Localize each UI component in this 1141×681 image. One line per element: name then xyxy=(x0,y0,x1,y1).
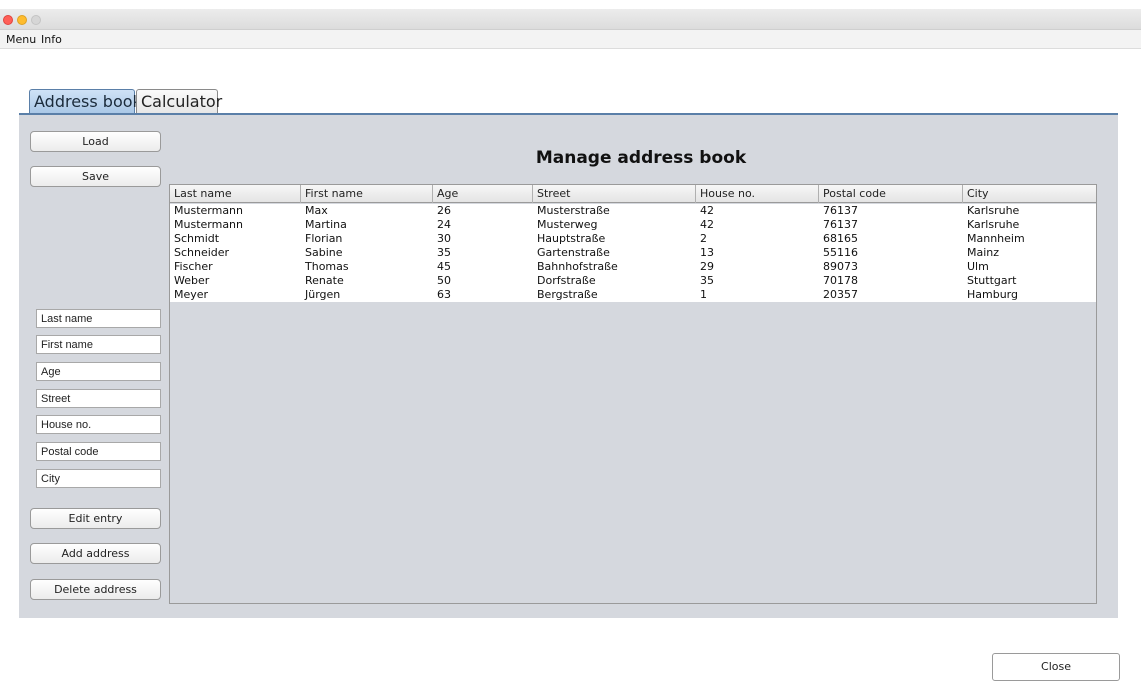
cell-first-name: Renate xyxy=(305,274,344,287)
menubar: Menu Info xyxy=(0,30,1141,49)
house-no-field[interactable] xyxy=(36,415,161,434)
column-header-first-name[interactable]: First name xyxy=(301,185,433,203)
cell-age: 30 xyxy=(437,232,451,245)
cell-postal-code: 68165 xyxy=(823,232,858,245)
cell-street: Bahnhofstraße xyxy=(537,260,618,273)
close-button[interactable]: Close xyxy=(992,653,1120,681)
address-table[interactable]: Last name First name Age Street House no… xyxy=(169,184,1097,604)
cell-last-name: Meyer xyxy=(174,288,209,301)
cell-house-no: 35 xyxy=(700,274,714,287)
cell-age: 35 xyxy=(437,246,451,259)
cell-street: Dorfstraße xyxy=(537,274,596,287)
cell-city: Mainz xyxy=(967,246,1000,259)
cell-postal-code: 55116 xyxy=(823,246,858,259)
cell-city: Ulm xyxy=(967,260,989,273)
cell-street: Musterweg xyxy=(537,218,598,231)
column-header-postal-code[interactable]: Postal code xyxy=(819,185,963,203)
table-row[interactable]: Schmidt Florian 30 Hauptstraße 2 68165 Mannhei… xyxy=(170,232,1096,246)
cell-city: Hamburg xyxy=(967,288,1018,301)
tab-calculator[interactable]: Calculator xyxy=(136,89,222,114)
cell-house-no: 42 xyxy=(700,204,714,217)
cell-city: Mannheim xyxy=(967,232,1025,245)
edit-entry-button[interactable]: Edit entry xyxy=(30,508,161,529)
delete-address-button[interactable]: Delete address xyxy=(30,579,161,600)
cell-first-name: Martina xyxy=(305,218,347,231)
cell-age: 24 xyxy=(437,218,451,231)
cell-age: 50 xyxy=(437,274,451,287)
cell-first-name: Sabine xyxy=(305,246,343,259)
page-title: Manage address book xyxy=(535,148,747,168)
cell-house-no: 29 xyxy=(700,260,714,273)
cell-house-no: 42 xyxy=(700,218,714,231)
column-header-house-no[interactable]: House no. xyxy=(696,185,819,203)
tab-address-book[interactable]: Address book xyxy=(29,89,142,114)
postal-code-field[interactable] xyxy=(36,442,161,461)
cell-street: Hauptstraße xyxy=(537,232,606,245)
cell-age: 45 xyxy=(437,260,451,273)
table-body: Mustermann Max 26 Musterstraße 42 76137 Karlsr… xyxy=(170,204,1096,302)
cell-city: Karlsruhe xyxy=(967,218,1020,231)
street-field[interactable] xyxy=(36,389,161,408)
cell-postal-code: 76137 xyxy=(823,218,858,231)
load-button[interactable]: Load xyxy=(30,131,161,152)
table-row[interactable]: Fischer Thomas 45 Bahnhofstraße 29 89073 Ulm xyxy=(170,260,1096,274)
cell-first-name: Jürgen xyxy=(305,288,341,301)
close-window-icon[interactable] xyxy=(3,15,13,25)
table-row[interactable]: Weber Renate 50 Dorfstraße 35 70178 Stuttgart xyxy=(170,274,1096,288)
cell-house-no: 13 xyxy=(700,246,714,259)
age-field[interactable] xyxy=(36,362,161,381)
window-titlebar xyxy=(0,9,1141,30)
cell-last-name: Schmidt xyxy=(174,232,220,245)
cell-first-name: Florian xyxy=(305,232,343,245)
minimize-window-icon[interactable] xyxy=(17,15,27,25)
cell-last-name: Fischer xyxy=(174,260,213,273)
cell-street: Gartenstraße xyxy=(537,246,610,259)
cell-age: 63 xyxy=(437,288,451,301)
column-header-age[interactable]: Age xyxy=(433,185,533,203)
cell-city: Stuttgart xyxy=(967,274,1017,287)
add-address-button[interactable]: Add address xyxy=(30,543,161,564)
cell-last-name: Weber xyxy=(174,274,210,287)
cell-age: 26 xyxy=(437,204,451,217)
first-name-field[interactable] xyxy=(36,335,161,354)
menu-item-menu[interactable]: Menu xyxy=(6,33,36,46)
cell-postal-code: 70178 xyxy=(823,274,858,287)
cell-postal-code: 20357 xyxy=(823,288,858,301)
cell-last-name: Schneider xyxy=(174,246,230,259)
table-row[interactable]: Schneider Sabine 35 Gartenstraße 13 55116 Main… xyxy=(170,246,1096,260)
cell-street: Musterstraße xyxy=(537,204,610,217)
cell-first-name: Thomas xyxy=(305,260,349,273)
cell-house-no: 1 xyxy=(700,288,707,301)
table-row[interactable]: Meyer Jürgen 63 Bergstraße 1 20357 Hamburg xyxy=(170,288,1096,302)
address-book-panel: Load Save Edit entry Add address Delete … xyxy=(19,113,1118,618)
cell-last-name: Mustermann xyxy=(174,204,244,217)
save-button[interactable]: Save xyxy=(30,166,161,187)
cell-street: Bergstraße xyxy=(537,288,598,301)
menu-item-info[interactable]: Info xyxy=(41,33,62,46)
cell-first-name: Max xyxy=(305,204,328,217)
column-header-last-name[interactable]: Last name xyxy=(170,185,301,203)
city-field[interactable] xyxy=(36,469,161,488)
cell-postal-code: 89073 xyxy=(823,260,858,273)
table-row[interactable]: Mustermann Martina 24 Musterweg 42 76137 Karls… xyxy=(170,218,1096,232)
cell-last-name: Mustermann xyxy=(174,218,244,231)
column-header-street[interactable]: Street xyxy=(533,185,696,203)
column-header-city[interactable]: City xyxy=(963,185,1096,203)
cell-postal-code: 76137 xyxy=(823,204,858,217)
cell-house-no: 2 xyxy=(700,232,707,245)
zoom-window-icon[interactable] xyxy=(31,15,41,25)
table-row[interactable]: Mustermann Max 26 Musterstraße 42 76137 Karlsr… xyxy=(170,204,1096,218)
table-header: Last name First name Age Street House no… xyxy=(170,185,1096,203)
last-name-field[interactable] xyxy=(36,309,161,328)
cell-city: Karlsruhe xyxy=(967,204,1020,217)
